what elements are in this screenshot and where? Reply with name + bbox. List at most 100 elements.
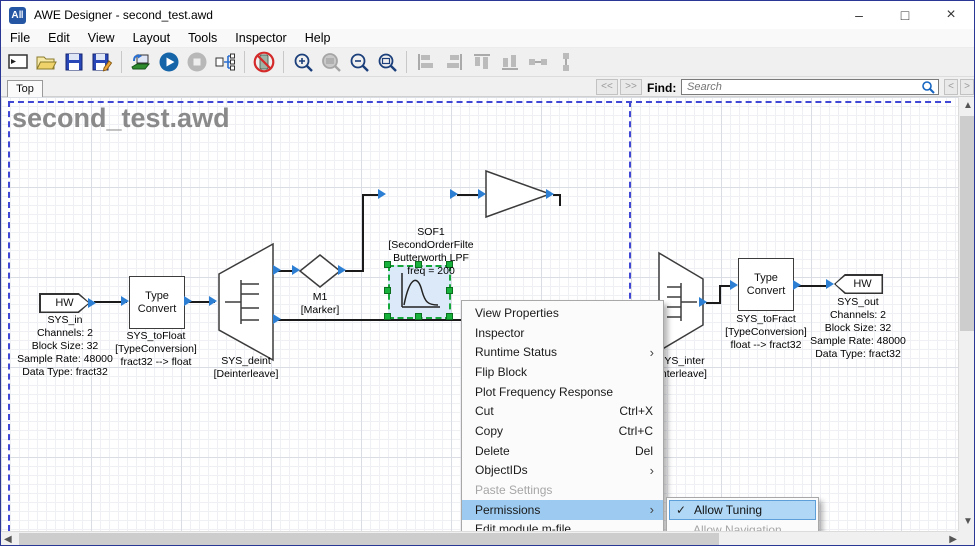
open-file-icon[interactable] bbox=[32, 49, 60, 75]
input-pin[interactable] bbox=[121, 296, 129, 306]
menu-bar: File Edit View Layout Tools Inspector He… bbox=[1, 29, 974, 48]
search-icon[interactable] bbox=[921, 80, 935, 94]
output-pin[interactable] bbox=[88, 298, 96, 308]
find-next-all-button[interactable]: >> bbox=[620, 79, 642, 95]
menu-file[interactable]: File bbox=[1, 29, 39, 47]
title-bar: A‖ AWE Designer - second_test.awd – □ × bbox=[1, 1, 974, 29]
zoom-selection-icon[interactable] bbox=[373, 49, 401, 75]
stop-icon[interactable] bbox=[183, 49, 211, 75]
align-left-icon[interactable] bbox=[412, 49, 440, 75]
menu-item-flip-block[interactable]: Flip Block bbox=[462, 362, 663, 382]
permissions-submenu: ✓Allow Tuning Allow Navigation bbox=[666, 497, 819, 531]
propagate-changes-icon[interactable] bbox=[211, 49, 239, 75]
toolbar bbox=[1, 48, 974, 77]
menu-item-copy[interactable]: CopyCtrl+C bbox=[462, 421, 663, 441]
horizontal-scroll-thumb[interactable] bbox=[19, 533, 719, 546]
input-pin[interactable] bbox=[730, 280, 738, 290]
block-sys-in[interactable]: HW bbox=[39, 293, 90, 313]
menu-item-cut[interactable]: CutCtrl+X bbox=[462, 401, 663, 421]
menu-layout[interactable]: Layout bbox=[124, 29, 180, 47]
menu-edit[interactable]: Edit bbox=[39, 29, 79, 47]
output-pin[interactable] bbox=[184, 296, 192, 306]
design-canvas[interactable]: second_test.awd HW SYS_inChannels: 2Bloc… bbox=[1, 97, 960, 531]
scroll-left-icon[interactable]: ◀ bbox=[4, 533, 12, 546]
menu-tools[interactable]: Tools bbox=[179, 29, 226, 47]
run-icon[interactable] bbox=[155, 49, 183, 75]
submenu-arrow-icon: › bbox=[650, 345, 654, 360]
distribute-vertical-icon[interactable] bbox=[552, 49, 580, 75]
input-pin[interactable] bbox=[209, 296, 217, 306]
output-pin[interactable] bbox=[793, 280, 801, 290]
align-right-icon[interactable] bbox=[440, 49, 468, 75]
horizontal-scrollbar[interactable]: ◀ ▶ bbox=[1, 531, 960, 546]
input-pin[interactable] bbox=[478, 189, 486, 199]
menu-view[interactable]: View bbox=[79, 29, 124, 47]
minimize-button[interactable]: – bbox=[836, 1, 882, 29]
find-prev-all-button[interactable]: << bbox=[596, 79, 618, 95]
selection-handle[interactable] bbox=[446, 287, 453, 294]
wire bbox=[797, 285, 829, 287]
tab-top[interactable]: Top bbox=[7, 80, 43, 97]
submenu-arrow-icon: › bbox=[650, 463, 654, 478]
output-pin[interactable] bbox=[450, 189, 458, 199]
output-pin[interactable] bbox=[273, 265, 281, 275]
save-as-icon[interactable] bbox=[88, 49, 116, 75]
close-button[interactable]: × bbox=[928, 1, 974, 29]
menu-item-permissions[interactable]: Permissions› bbox=[462, 500, 663, 520]
selection-handle[interactable] bbox=[384, 287, 391, 294]
menu-item-view-properties[interactable]: View Properties bbox=[462, 303, 663, 323]
menu-item-edit-module-m-file[interactable]: Edit module m-file bbox=[462, 520, 663, 531]
output-pin[interactable] bbox=[699, 297, 707, 307]
find-next-button[interactable]: > bbox=[960, 79, 974, 95]
submenu-arrow-icon: › bbox=[650, 502, 654, 517]
find-prev-button[interactable]: < bbox=[944, 79, 958, 95]
vertical-scrollbar[interactable]: ▲ ▼ bbox=[958, 97, 974, 531]
selection-handle[interactable] bbox=[446, 313, 453, 320]
search-input[interactable] bbox=[681, 79, 939, 95]
menu-item-delete[interactable]: DeleteDel bbox=[462, 441, 663, 461]
distribute-horizontal-icon[interactable] bbox=[524, 49, 552, 75]
block-sys-inter[interactable] bbox=[657, 251, 705, 353]
scroll-down-icon[interactable]: ▼ bbox=[963, 515, 973, 529]
submenu-item-allow-navigation: Allow Navigation bbox=[669, 520, 816, 531]
scroll-up-icon[interactable]: ▲ bbox=[963, 99, 973, 113]
menu-help[interactable]: Help bbox=[296, 29, 340, 47]
block-scaler[interactable] bbox=[484, 169, 552, 219]
selection-handle[interactable] bbox=[415, 313, 422, 320]
block-sys-tofloat[interactable]: Type Convert bbox=[129, 276, 185, 329]
input-pin[interactable] bbox=[292, 265, 300, 275]
menu-inspector[interactable]: Inspector bbox=[226, 29, 295, 47]
zoom-in-icon[interactable] bbox=[289, 49, 317, 75]
save-icon[interactable] bbox=[60, 49, 88, 75]
wire bbox=[362, 194, 364, 272]
block-sys-tofract[interactable]: Type Convert bbox=[738, 258, 794, 311]
align-top-icon[interactable] bbox=[468, 49, 496, 75]
block-sys-out[interactable]: HW bbox=[834, 274, 883, 294]
block-shape-label: Type Convert bbox=[138, 290, 177, 316]
zoom-out-icon[interactable] bbox=[345, 49, 373, 75]
selection-handle[interactable] bbox=[384, 313, 391, 320]
new-file-icon[interactable] bbox=[4, 49, 32, 75]
zoom-fit-icon[interactable] bbox=[317, 49, 345, 75]
wire bbox=[719, 285, 721, 304]
vertical-scroll-thumb[interactable] bbox=[960, 116, 974, 331]
submenu-item-allow-tuning[interactable]: ✓Allow Tuning bbox=[669, 500, 816, 520]
menu-item-objectids[interactable]: ObjectIDs› bbox=[462, 461, 663, 481]
align-bottom-icon[interactable] bbox=[496, 49, 524, 75]
menu-item-plot-frequency-response[interactable]: Plot Frequency Response bbox=[462, 382, 663, 402]
block-m1[interactable] bbox=[298, 253, 342, 289]
connect-target-icon[interactable] bbox=[127, 49, 155, 75]
input-pin[interactable] bbox=[378, 189, 386, 199]
disconnect-server-icon[interactable] bbox=[250, 49, 278, 75]
block-shape-label: HW bbox=[55, 297, 73, 309]
canvas-title: second_test.awd bbox=[12, 103, 230, 134]
scroll-right-icon[interactable]: ▶ bbox=[949, 533, 957, 546]
block-caption-sys-deint: SYS_deint[Deinterleave] bbox=[186, 355, 306, 381]
output-pin[interactable] bbox=[338, 265, 346, 275]
maximize-button[interactable]: □ bbox=[882, 1, 928, 29]
input-pin[interactable] bbox=[826, 279, 834, 289]
menu-item-runtime-status[interactable]: Runtime Status› bbox=[462, 342, 663, 362]
output-pin[interactable] bbox=[546, 189, 554, 199]
menu-item-inspector[interactable]: Inspector bbox=[462, 323, 663, 343]
menu-item-paste-settings: Paste Settings bbox=[462, 480, 663, 500]
